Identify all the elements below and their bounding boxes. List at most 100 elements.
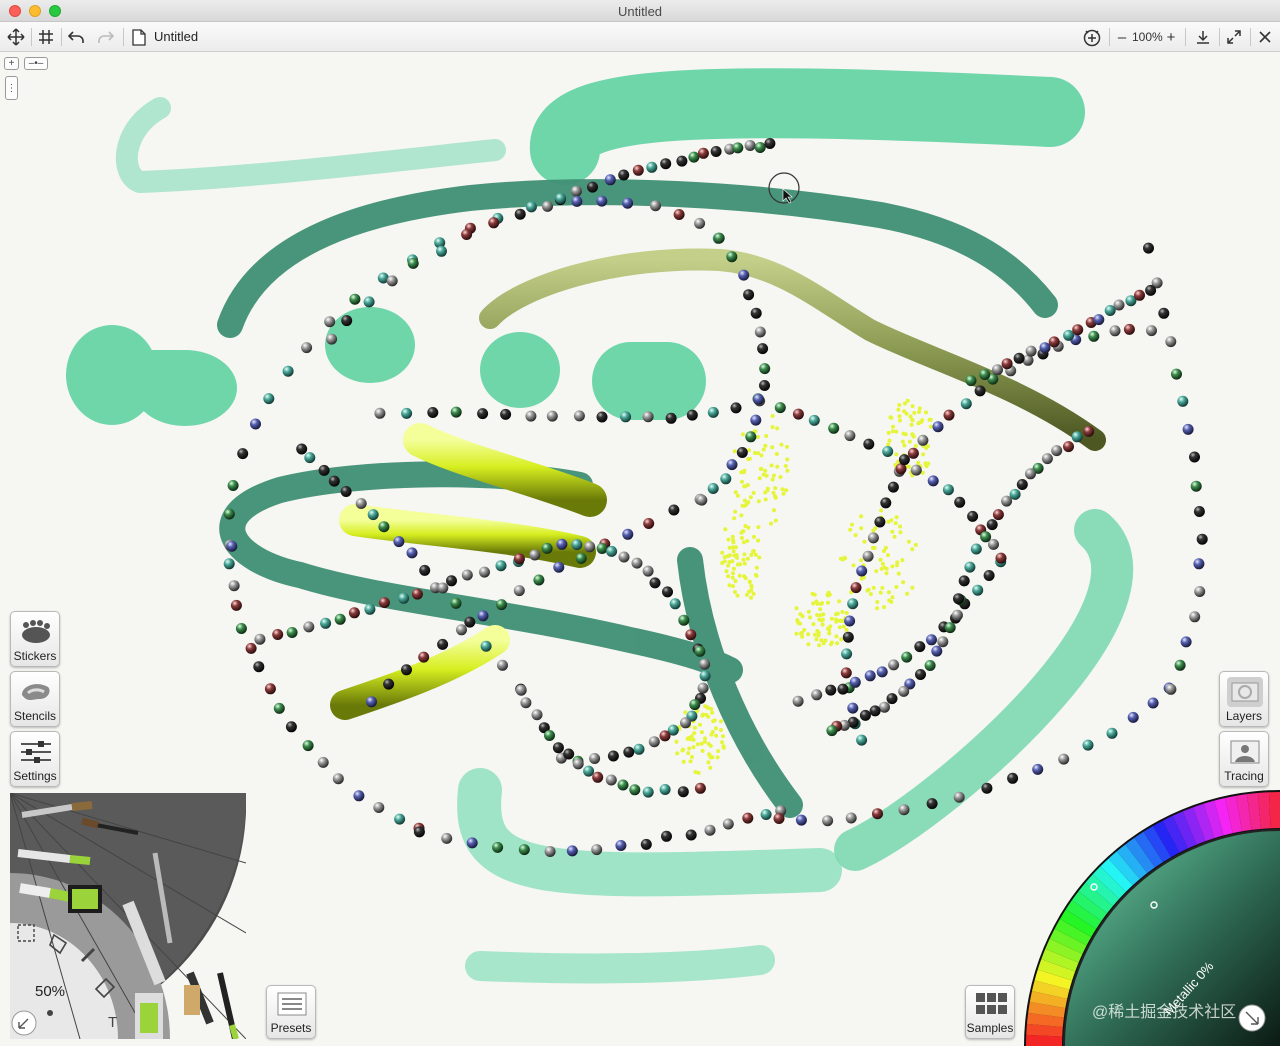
speckle: [783, 464, 788, 468]
speckle: [749, 553, 754, 557]
bead: [546, 410, 558, 422]
bead: [845, 812, 857, 824]
bead: [914, 641, 926, 653]
grid-icon[interactable]: [34, 26, 58, 48]
ink-pen-tool-icon[interactable]: [217, 972, 239, 1039]
stickers-button[interactable]: Stickers: [10, 611, 60, 667]
stencils-button[interactable]: Stencils: [10, 671, 60, 727]
chalk-tool-icon[interactable]: [135, 993, 163, 1039]
speckle: [815, 601, 820, 606]
bead: [1001, 358, 1013, 370]
bead: [659, 784, 671, 795]
bead: [436, 245, 447, 257]
canvas-mini-slider-icon[interactable]: –•–: [24, 57, 48, 70]
bead: [596, 543, 608, 554]
bead: [864, 670, 876, 682]
bead: [967, 510, 979, 522]
layers-button[interactable]: Layers: [1219, 671, 1269, 727]
bead: [1180, 636, 1192, 648]
text-tool-icon[interactable]: T: [108, 1014, 117, 1031]
speckle: [890, 595, 895, 600]
speckle: [747, 456, 752, 461]
bead: [1146, 325, 1157, 337]
speckle: [720, 550, 725, 555]
speckle: [920, 418, 925, 423]
speckle: [769, 521, 773, 526]
tool-wheel[interactable]: T: [10, 793, 246, 1039]
bead: [492, 841, 504, 853]
bead: [334, 613, 346, 625]
bead: [282, 365, 294, 377]
bead: [518, 844, 530, 856]
bead: [1048, 336, 1060, 348]
speckle: [751, 591, 756, 596]
speckle: [734, 553, 739, 558]
paint-tube-tool-icon[interactable]: [68, 885, 102, 913]
move-icon[interactable]: [4, 26, 28, 48]
speckle: [800, 634, 805, 639]
samples-button[interactable]: Samples: [965, 985, 1015, 1039]
speckle: [735, 593, 740, 598]
presets-button[interactable]: Presets: [266, 985, 316, 1039]
speckle: [675, 751, 680, 756]
bead: [437, 638, 449, 650]
speckle: [806, 609, 811, 614]
canvas-mini-vertical-slider-icon[interactable]: ⋮: [5, 76, 18, 100]
bead: [694, 782, 706, 794]
speckle: [821, 641, 826, 646]
bead: [960, 398, 972, 410]
bead: [965, 375, 977, 387]
bead: [328, 475, 340, 487]
speckle: [708, 765, 713, 770]
bead: [286, 627, 298, 638]
bead: [850, 582, 862, 594]
bead: [332, 773, 344, 785]
canvas-mini-add-icon[interactable]: +: [4, 57, 19, 70]
close-icon[interactable]: [1253, 26, 1277, 48]
bead: [736, 447, 748, 458]
redo-icon[interactable]: [94, 26, 118, 48]
bead: [862, 550, 874, 562]
bead: [974, 385, 986, 397]
speckle: [710, 710, 715, 715]
hue-segment: [1026, 1034, 1063, 1046]
bead: [563, 748, 575, 760]
bead: [622, 197, 634, 209]
record-icon[interactable]: [1080, 26, 1104, 48]
speckle: [738, 562, 743, 567]
speckle: [759, 453, 764, 458]
bead: [898, 685, 910, 697]
bead: [872, 808, 883, 820]
document-icon[interactable]: [128, 26, 150, 48]
bead: [981, 782, 993, 794]
bead: [685, 829, 697, 841]
speckle: [772, 508, 776, 513]
bead: [1174, 659, 1186, 671]
speckle: [687, 746, 692, 751]
download-icon[interactable]: [1191, 26, 1215, 48]
zoom-out-icon[interactable]: –: [1114, 26, 1130, 48]
bead: [254, 633, 266, 645]
bead: [450, 597, 462, 609]
bead: [324, 316, 336, 328]
zoom-in-icon[interactable]: +: [1163, 26, 1179, 48]
undo-icon[interactable]: [64, 26, 88, 48]
bead: [915, 669, 926, 680]
bead: [937, 636, 949, 648]
collapse-tool-wheel-icon[interactable]: [11, 1010, 37, 1036]
speckle: [834, 612, 838, 617]
fullscreen-icon[interactable]: [1222, 26, 1246, 48]
bead: [710, 146, 722, 157]
bead: [419, 564, 431, 576]
bead: [596, 195, 608, 207]
speckle: [910, 404, 915, 409]
bead: [1158, 307, 1170, 319]
bead: [466, 837, 478, 849]
tracing-button[interactable]: Tracing: [1219, 731, 1269, 787]
speckle: [811, 622, 816, 627]
bead: [879, 701, 890, 713]
bead: [1088, 330, 1100, 342]
bead: [584, 541, 596, 553]
settings-button[interactable]: Settings: [10, 731, 60, 787]
document-name[interactable]: Untitled: [154, 29, 198, 44]
